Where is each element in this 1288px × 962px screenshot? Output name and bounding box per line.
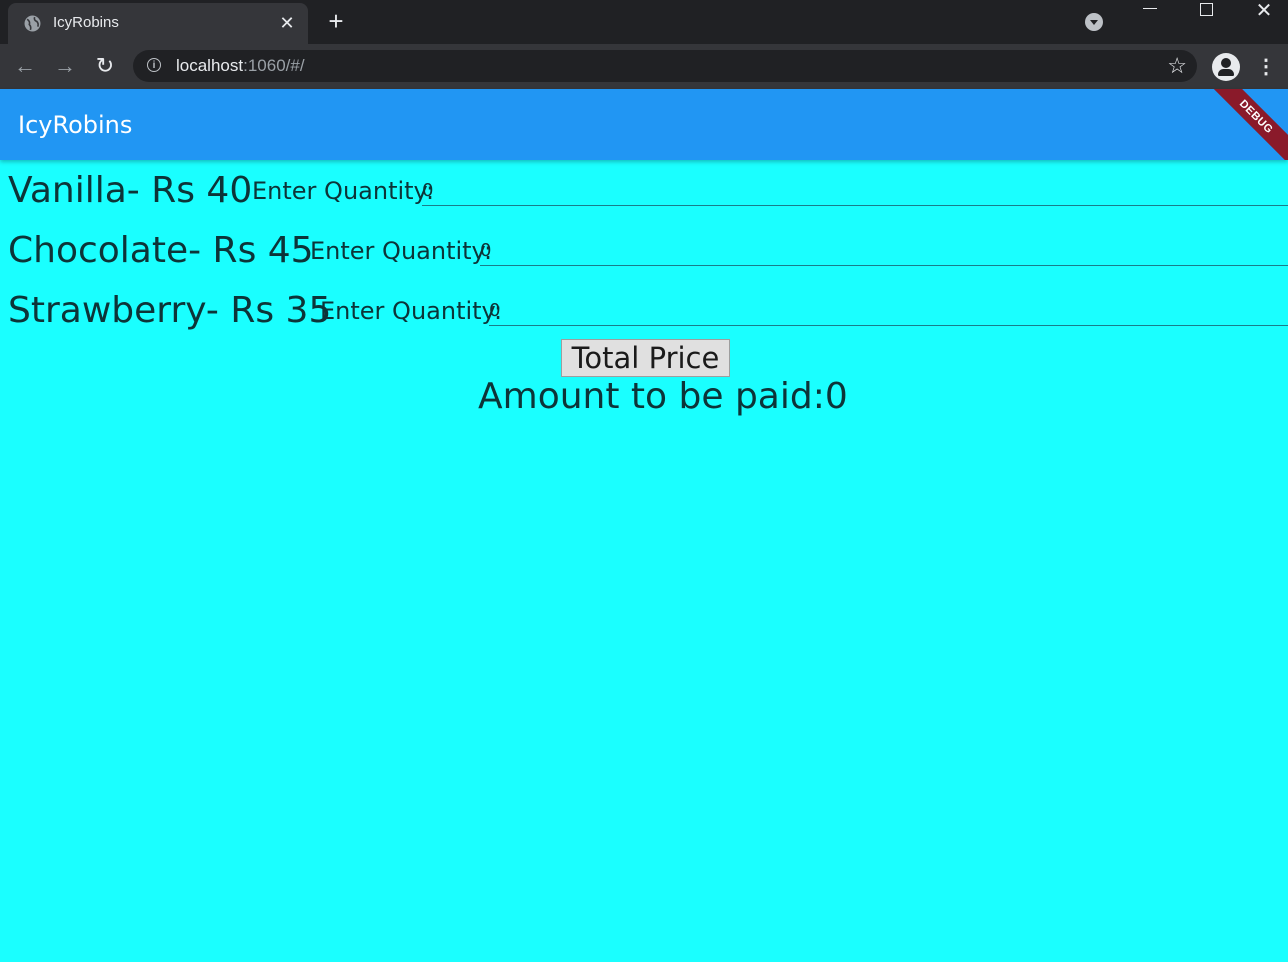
url-text[interactable]: localhost:1060/#/ [176, 56, 305, 76]
item-label-strawberry: Strawberry- Rs 35 [8, 290, 332, 331]
maximize-icon[interactable] [1200, 3, 1213, 16]
quantity-input-chocolate[interactable] [480, 235, 1288, 266]
info-icon[interactable]: i [147, 58, 161, 72]
quantity-input-vanilla[interactable] [422, 175, 1288, 206]
item-row-chocolate: Chocolate- Rs 45 Enter Quantity: [0, 220, 1288, 280]
tab-title: IcyRobins [53, 14, 119, 31]
item-row-strawberry: Strawberry- Rs 35 Enter Quantity: [0, 280, 1288, 340]
more-menu-icon[interactable]: ⋮ [1256, 55, 1276, 79]
profile-avatar-icon[interactable] [1212, 53, 1240, 81]
app-title: IcyRobins [18, 111, 133, 139]
item-label-vanilla: Vanilla- Rs 40 [8, 170, 253, 211]
tab-search-icon[interactable] [1085, 13, 1103, 31]
quantity-label: Enter Quantity: [320, 297, 503, 325]
quantity-input-strawberry[interactable] [489, 295, 1288, 326]
reload-icon[interactable]: ↻ [93, 54, 117, 78]
item-row-vanilla: Vanilla- Rs 40 Enter Quantity: [0, 160, 1288, 220]
back-arrow-icon[interactable]: ← [13, 54, 37, 78]
total-price-button[interactable]: Total Price [561, 339, 730, 377]
app-bar: IcyRobins DEBUG [0, 89, 1288, 160]
globe-icon [24, 15, 41, 32]
minimize-icon[interactable] [1143, 8, 1157, 9]
browser-tab[interactable]: IcyRobins ✕ [8, 3, 308, 44]
amount-to-pay: Amount to be paid:0 [478, 376, 848, 417]
bookmark-star-icon[interactable]: ☆ [1167, 53, 1187, 79]
browser-toolbar: ← → ↻ i localhost:1060/#/ ☆ [0, 44, 1288, 89]
forward-arrow-icon[interactable]: → [53, 54, 77, 78]
url-path: :1060/#/ [243, 56, 305, 75]
window-close-icon[interactable]: ✕ [1254, 0, 1274, 23]
quantity-label: Enter Quantity: [252, 177, 435, 205]
debug-banner: DEBUG [1206, 89, 1288, 160]
url-host: localhost [176, 56, 244, 75]
item-label-chocolate: Chocolate- Rs 45 [8, 230, 314, 271]
quantity-label: Enter Quantity: [310, 237, 493, 265]
tab-close-icon[interactable]: ✕ [278, 14, 296, 32]
address-bar[interactable]: i localhost:1060/#/ ☆ [133, 50, 1197, 82]
browser-tabstrip: IcyRobins ✕ + ✕ [0, 0, 1288, 44]
new-tab-button[interactable]: + [324, 8, 348, 34]
